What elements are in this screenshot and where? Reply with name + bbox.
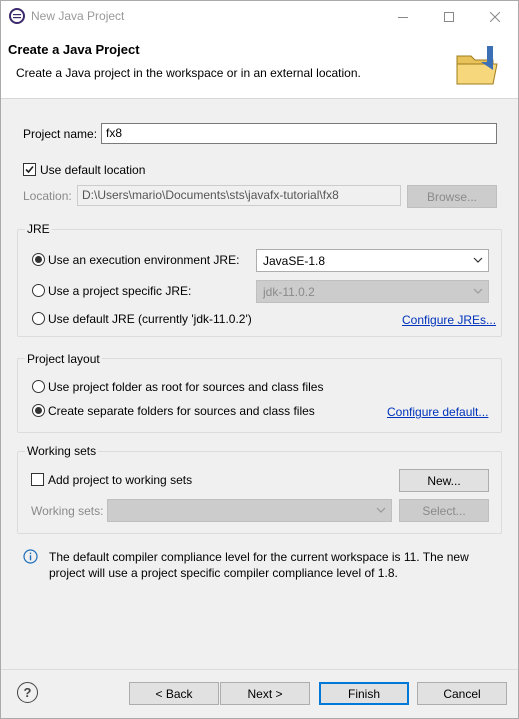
default-jre-label: Use default JRE (currently 'jdk-11.0.2') — [48, 312, 252, 326]
checkmark-icon — [25, 165, 34, 174]
select-working-sets-button[interactable]: Select... — [399, 499, 489, 522]
project-name-input[interactable]: fx8 — [101, 123, 497, 144]
radio-project-specific-jre[interactable] — [32, 284, 45, 297]
window-title: New Java Project — [31, 9, 125, 23]
configure-jres-link[interactable]: Configure JREs... — [402, 313, 496, 327]
project-specific-jre-label: Use a project specific JRE: — [48, 284, 192, 298]
eclipse-app-icon — [9, 8, 25, 24]
project-layout-group — [17, 358, 502, 433]
banner-title: Create a Java Project — [8, 42, 140, 57]
use-default-location-checkbox[interactable] — [23, 163, 36, 176]
working-sets-label: Working sets: — [31, 504, 104, 518]
add-to-working-sets-label: Add project to working sets — [48, 473, 193, 487]
cancel-button[interactable]: Cancel — [417, 682, 507, 705]
project-specific-jre-select[interactable]: jdk-11.0.2 — [256, 280, 489, 303]
execution-environment-select[interactable]: JavaSE-1.8 — [256, 249, 489, 272]
browse-button[interactable]: Browse... — [407, 185, 497, 208]
info-message-line2: project will use a project specific comp… — [49, 566, 398, 580]
chevron-down-icon — [473, 288, 483, 294]
location-label: Location: — [23, 189, 72, 203]
close-icon — [490, 11, 500, 22]
configure-default-link[interactable]: Configure default... — [387, 405, 488, 419]
chevron-down-icon — [376, 507, 386, 513]
separate-folders-label: Create separate folders for sources and … — [48, 404, 315, 418]
location-input[interactable]: D:\Users\mario\Documents\sts\javafx-tuto… — [77, 185, 401, 206]
add-to-working-sets-checkbox[interactable] — [31, 473, 44, 486]
execution-environment-value: JavaSE-1.8 — [263, 254, 326, 268]
radio-default-jre[interactable] — [32, 312, 45, 325]
project-name-label: Project name: — [23, 127, 98, 141]
footer-separator — [1, 669, 518, 670]
use-default-location-label: Use default location — [40, 163, 146, 177]
jre-group-title: JRE — [25, 222, 52, 236]
project-folder-root-label: Use project folder as root for sources a… — [48, 380, 324, 394]
title-bar: New Java Project — [1, 1, 518, 32]
minimize-icon — [398, 16, 408, 18]
working-sets-group-title: Working sets — [25, 444, 99, 458]
radio-separate-folders[interactable] — [32, 404, 45, 417]
finish-button[interactable]: Finish — [319, 682, 409, 705]
maximize-button[interactable] — [426, 1, 472, 32]
radio-project-folder-root[interactable] — [32, 380, 45, 393]
radio-execution-environment[interactable] — [32, 253, 45, 266]
back-button[interactable]: < Back — [129, 682, 219, 705]
chevron-down-icon — [473, 257, 483, 263]
help-glyph: ? — [23, 685, 32, 700]
minimize-button[interactable] — [380, 1, 426, 32]
project-specific-jre-value: jdk-11.0.2 — [263, 285, 315, 299]
close-button[interactable] — [472, 1, 518, 32]
wizard-banner: Create a Java Project Create a Java proj… — [1, 32, 518, 99]
info-message-line1: The default compiler compliance level fo… — [49, 550, 469, 564]
execution-environment-label: Use an execution environment JRE: — [48, 253, 240, 267]
info-icon — [23, 549, 38, 564]
new-java-project-dialog: New Java Project Create a Java Project C… — [0, 0, 519, 719]
working-sets-select[interactable] — [107, 499, 392, 522]
next-button[interactable]: Next > — [220, 682, 310, 705]
new-working-set-button[interactable]: New... — [399, 469, 489, 492]
java-project-folder-icon — [456, 46, 498, 85]
banner-description: Create a Java project in the workspace o… — [16, 66, 361, 80]
project-layout-group-title: Project layout — [25, 352, 102, 366]
help-icon[interactable]: ? — [17, 682, 38, 703]
maximize-icon — [444, 11, 454, 22]
